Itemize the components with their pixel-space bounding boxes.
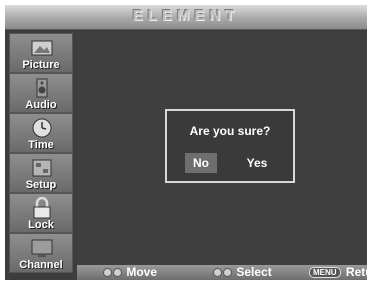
- setup-icon: [32, 159, 52, 177]
- picture-icon: [31, 40, 53, 56]
- header-bar: ELEMENT: [5, 5, 367, 30]
- up-arrow-key-icon: [213, 268, 222, 278]
- return-label: Return: [345, 265, 367, 279]
- confirm-dialog: Are you sure? No Yes: [165, 109, 295, 183]
- select-hint: Select: [213, 265, 272, 280]
- sidebar-item-lock[interactable]: Lock: [9, 193, 73, 233]
- lock-icon: [33, 197, 51, 219]
- sidebar-item-label: Picture: [22, 59, 60, 71]
- sidebar: Picture Audio Time Setup Lock Channel: [9, 33, 73, 273]
- return-hint: MENU Return: [309, 265, 367, 280]
- select-label: Select: [236, 265, 272, 279]
- clock-icon: [32, 118, 52, 138]
- sidebar-item-time[interactable]: Time: [9, 113, 73, 153]
- sidebar-item-label: Lock: [28, 219, 54, 231]
- sidebar-item-channel[interactable]: Channel: [9, 233, 73, 273]
- main-panel: Are you sure? No Yes: [77, 33, 367, 265]
- no-button[interactable]: No: [185, 153, 217, 173]
- sidebar-item-audio[interactable]: Audio: [9, 73, 73, 113]
- speaker-icon: [36, 78, 48, 98]
- brand-logo: ELEMENT: [132, 7, 240, 24]
- move-label: Move: [126, 265, 158, 279]
- sidebar-item-label: Channel: [19, 259, 63, 271]
- dialog-title: Are you sure?: [189, 124, 271, 138]
- move-hint: Move: [103, 265, 157, 280]
- right-arrow-key-icon: [113, 268, 122, 278]
- footer-hints: Move Select MENU Return: [77, 265, 367, 280]
- sidebar-item-setup[interactable]: Setup: [9, 153, 73, 193]
- sidebar-item-label: Setup: [25, 179, 57, 191]
- sidebar-item-label: Time: [28, 139, 54, 151]
- left-arrow-key-icon: [103, 268, 112, 278]
- menu-key-icon: MENU: [309, 267, 341, 279]
- tv-screen: ELEMENT Picture Audio Time Setup Lock Ch…: [5, 5, 367, 280]
- down-arrow-key-icon: [223, 268, 232, 278]
- tv-icon: [31, 239, 53, 257]
- yes-button[interactable]: Yes: [237, 153, 277, 173]
- sidebar-item-label: Audio: [25, 99, 57, 111]
- sidebar-item-picture[interactable]: Picture: [9, 33, 73, 73]
